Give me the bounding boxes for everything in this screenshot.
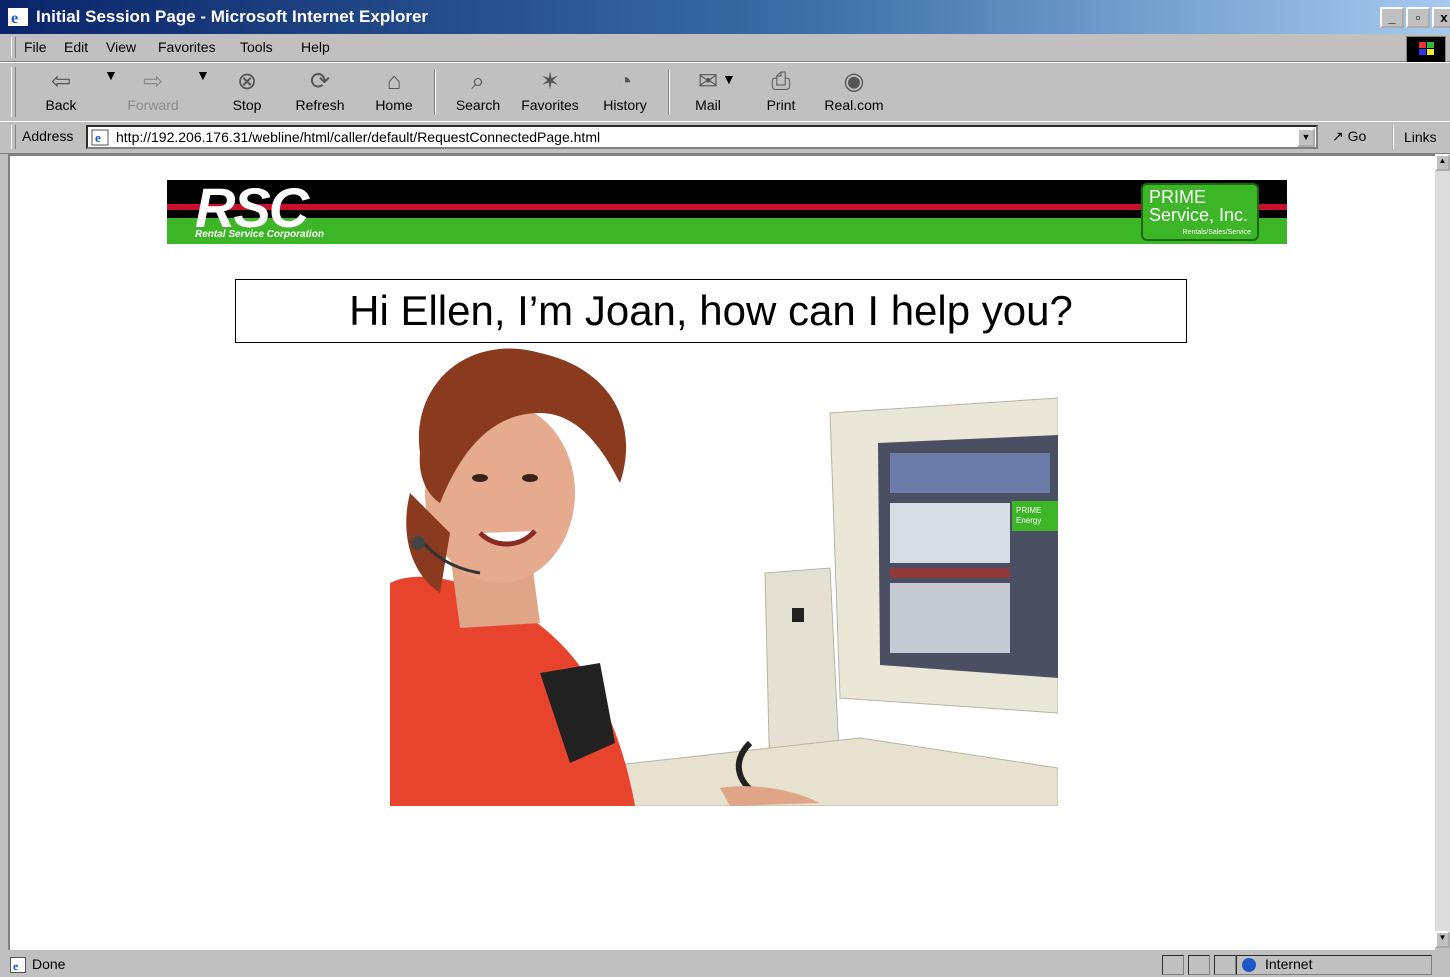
search-button[interactable]: ⌕ Search [450,67,506,119]
windows-flag-icon [1406,36,1446,63]
restore-button[interactable]: ▫ [1406,7,1430,28]
window-title: Initial Session Page - Microsoft Interne… [36,7,429,26]
favorites-folder-icon: ✶ [539,68,561,95]
real-com-icon: ◉ [843,68,865,95]
search-icon: ⌕ [471,68,485,95]
banner-red-stripe [167,204,1287,210]
refresh-icon: ⟳ [309,68,331,95]
stop-button[interactable]: ⊗ Stop [226,67,268,119]
security-zone: Internet [1265,956,1313,972]
toolbar-grip [11,67,16,117]
rsc-banner: RSC Rental Service Corporation PRIME Ser… [167,180,1287,244]
agent-photo: PRIME Energy [390,343,1058,806]
scroll-up-icon[interactable]: ▲ [1435,154,1450,171]
monitor-badge-line1: PRIME [1016,506,1041,515]
rsc-logo: RSC [195,180,309,239]
internet-globe-icon [1242,958,1256,972]
menu-view[interactable]: View [106,39,136,55]
svg-text:e: e [95,130,101,145]
page-icon: e [91,129,109,146]
vertical-scrollbar[interactable]: ▲ ▼ [1435,154,1450,948]
standard-toolbar: ⇦ Back ▼ ⇨ Forward ▼ ⊗ Stop ⟳ Refresh ⌂ … [0,62,1450,122]
address-grip [11,125,16,149]
minimize-button[interactable]: _ [1380,7,1404,28]
go-label: Go [1347,128,1367,144]
status-pane [1214,955,1236,975]
history-label: History [603,97,647,113]
search-label: Search [455,97,501,113]
forward-dropdown-icon[interactable]: ▼ [196,67,210,119]
go-button[interactable]: ↗ Go [1332,128,1366,145]
home-label: Home [375,97,413,113]
rsc-logo-subtitle: Rental Service Corporation [195,229,324,240]
realcom-label: Real.com [824,97,884,113]
history-icon: ◔ [617,68,633,95]
svg-text:e: e [11,10,18,26]
menu-grip [11,37,16,58]
banner-green-band [167,218,1287,244]
menu-tools[interactable]: Tools [240,39,273,55]
favorites-button[interactable]: ✶ Favorites [516,67,584,119]
realcom-button[interactable]: ◉ Real.com [820,67,888,119]
menu-favorites[interactable]: Favorites [158,39,216,55]
refresh-label: Refresh [295,97,345,113]
home-icon: ⌂ [386,68,402,95]
monitor-badge-line2: Energy [1016,516,1041,525]
back-arrow-icon: ⇦ [50,68,72,95]
refresh-button[interactable]: ⟳ Refresh [290,67,350,119]
links-button[interactable]: Links [1392,125,1437,149]
status-text: Done [32,956,66,972]
agent-greeting: Hi Ellen, I’m Joan, how can I help you? [235,279,1187,343]
scroll-down-icon[interactable]: ▼ [1435,931,1450,948]
close-button[interactable]: x [1432,7,1450,28]
page-status-icon: e [10,957,26,973]
back-button[interactable]: ⇦ Back [38,67,84,119]
ie-logo-icon: e [8,8,28,26]
menu-edit[interactable]: Edit [64,39,88,55]
address-url: http://192.206.176.31/webline/html/calle… [116,129,601,145]
status-pane [1188,955,1210,975]
toolbar-separator [434,69,436,115]
address-dropdown-icon[interactable]: ▼ [1297,128,1315,147]
stop-icon: ⊗ [236,68,258,95]
stop-label: Stop [232,97,262,113]
favorites-label: Favorites [521,97,579,113]
status-pane [1162,955,1184,975]
prime-logo-line2: Service, Inc. [1149,205,1249,225]
forward-button[interactable]: ⇨ Forward [124,67,182,119]
address-label: Address [22,128,74,144]
forward-arrow-icon: ⇨ [142,68,164,95]
print-label: Print [766,97,796,113]
page-content: RSC Rental Service Corporation PRIME Ser… [8,154,1435,950]
svg-text:e: e [13,959,19,973]
menu-file[interactable]: File [24,39,47,55]
address-bar: Address e http://192.206.176.31/webline/… [0,121,1450,154]
prime-service-logo: PRIME Service, Inc. Rentals/Sales/Servic… [1141,183,1259,241]
toolbar-separator [668,69,670,115]
back-label: Back [45,97,77,113]
back-dropdown-icon[interactable]: ▼ [104,67,118,119]
menu-help[interactable]: Help [301,39,330,55]
forward-label: Forward [127,97,179,113]
agent-photo-illustration: PRIME Energy [390,348,1058,806]
history-button[interactable]: ◔ History [598,67,652,119]
mail-label: Mail [695,97,721,113]
status-bar: e Done Internet [0,953,1450,977]
menu-bar: File Edit View Favorites Tools Help [0,34,1450,63]
home-button[interactable]: ⌂ Home [370,67,418,119]
print-button[interactable]: ⎙ Print [762,67,800,119]
go-arrow-icon: ↗ [1332,128,1344,144]
prime-logo-tagline: Rentals/Sales/Service [1182,229,1251,236]
mail-dropdown-icon[interactable]: ▼ [722,71,736,123]
address-input[interactable]: e http://192.206.176.31/webline/html/cal… [86,125,1318,149]
title-bar: e Initial Session Page - Microsoft Inter… [0,0,1450,34]
printer-icon: ⎙ [771,68,791,95]
